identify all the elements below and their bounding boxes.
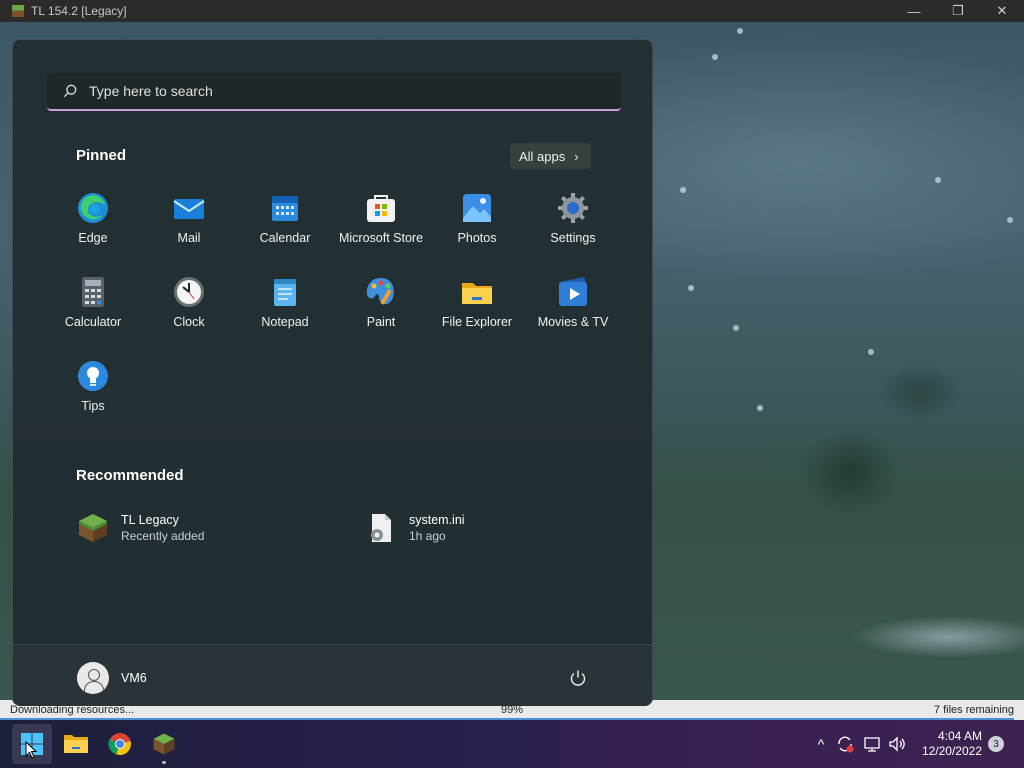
maximize-button[interactable]: ❐ (936, 0, 980, 22)
tile-label: Notepad (261, 315, 309, 329)
tile-label: Movies & TV (537, 315, 609, 329)
clock-icon (174, 277, 204, 307)
all-apps-button[interactable]: All apps › (510, 143, 591, 169)
clock-date: 12/20/2022 (921, 744, 982, 758)
avatar (77, 662, 109, 694)
recommended-heading: Recommended (76, 467, 184, 484)
tile-label: Clock (173, 315, 205, 329)
pinned-movies-tv[interactable]: Movies & TV (525, 265, 621, 345)
window-title: TL 154.2 [Legacy] (31, 4, 127, 18)
notification-badge[interactable]: 3 (988, 736, 1004, 752)
notepad-icon (274, 279, 296, 306)
pinned-photos[interactable]: Photos (429, 181, 525, 261)
tile-label: Calculator (64, 315, 122, 329)
tile-label: Photos (457, 231, 497, 245)
user-name: VM6 (121, 671, 147, 685)
tile-label: Calendar (259, 231, 311, 245)
user-account-button[interactable]: VM6 (77, 662, 147, 694)
pinned-calendar[interactable]: Calendar (237, 181, 333, 261)
photos-icon (463, 194, 491, 222)
pinned-notepad[interactable]: Notepad (237, 265, 333, 345)
recommended-subtitle: Recently added (121, 529, 205, 543)
tile-label: Microsoft Store (338, 231, 424, 245)
pinned-microsoft-store[interactable]: Microsoft Store (333, 181, 429, 261)
pinned-clock[interactable]: Clock (141, 265, 237, 345)
folder-icon (64, 735, 88, 753)
volume-icon[interactable] (887, 734, 907, 754)
taskbar: ^ 4:04 AM 12/20/2022 3 (0, 720, 1024, 768)
grass-block-icon (79, 514, 107, 542)
pinned-settings[interactable]: Settings (525, 181, 621, 261)
pinned-calculator[interactable]: Calculator (45, 265, 141, 345)
folder-icon (462, 283, 492, 304)
sync-icon[interactable] (835, 734, 855, 754)
taskbar-file-explorer[interactable] (56, 724, 96, 764)
lightbulb-icon (78, 361, 108, 391)
network-icon[interactable] (862, 734, 882, 754)
recommended-subtitle: 1h ago (409, 529, 446, 543)
window-titlebar: TL 154.2 [Legacy] — ❐ ✕ (0, 0, 1024, 22)
close-button[interactable]: ✕ (980, 0, 1024, 22)
taskbar-tl-legacy[interactable] (144, 724, 184, 764)
tile-label: Mail (177, 231, 201, 245)
pinned-edge[interactable]: Edge (45, 181, 141, 261)
play-icon (559, 277, 587, 306)
gear-icon (558, 193, 588, 223)
recommended-item-tl-legacy[interactable]: TL Legacy Recently added (77, 512, 204, 544)
calculator-icon (82, 277, 104, 307)
tile-label: Paint (366, 315, 396, 329)
minimize-button[interactable]: — (892, 0, 936, 22)
tile-label: Settings (550, 231, 596, 245)
store-icon (367, 195, 395, 222)
power-icon[interactable] (569, 669, 587, 687)
files-remaining: 7 files remaining (933, 704, 1014, 716)
taskbar-clock[interactable]: 4:04 AM 12/20/2022 (914, 729, 982, 759)
mouse-cursor-icon (25, 741, 37, 759)
edge-icon (78, 193, 108, 223)
pinned-file-explorer[interactable]: File Explorer (429, 265, 525, 345)
pinned-tips[interactable]: Tips (45, 349, 141, 429)
paint-palette-icon (366, 278, 394, 305)
all-apps-label: All apps (519, 148, 566, 164)
search-box[interactable] (47, 73, 621, 111)
start-menu: Pinned All apps › Edge Mail Calendar (12, 39, 653, 706)
settings-file-icon (371, 514, 391, 542)
calendar-icon (272, 196, 298, 221)
recommended-name: TL Legacy (121, 513, 179, 527)
search-icon (63, 84, 77, 98)
chevron-up-icon[interactable]: ^ (811, 734, 831, 754)
clock-time: 4:04 AM (937, 729, 982, 743)
taskbar-chrome[interactable] (100, 724, 140, 764)
recommended-name: system.ini (409, 513, 465, 527)
search-input[interactable] (89, 83, 569, 99)
pinned-mail[interactable]: Mail (141, 181, 237, 261)
grass-block-icon (153, 733, 175, 755)
tile-label: Edge (78, 231, 108, 245)
mail-icon (173, 199, 205, 219)
recommended-item-system-ini[interactable]: system.ini 1h ago (365, 512, 465, 544)
tile-label: Tips (81, 399, 105, 413)
start-menu-footer: VM6 (13, 644, 652, 706)
grass-block-icon (11, 4, 25, 18)
chevron-right-icon: › (574, 148, 579, 164)
pinned-paint[interactable]: Paint (333, 265, 429, 345)
chrome-icon (108, 733, 131, 756)
pinned-heading: Pinned (76, 147, 127, 164)
running-indicator (162, 761, 166, 764)
tile-label: File Explorer (441, 315, 513, 329)
